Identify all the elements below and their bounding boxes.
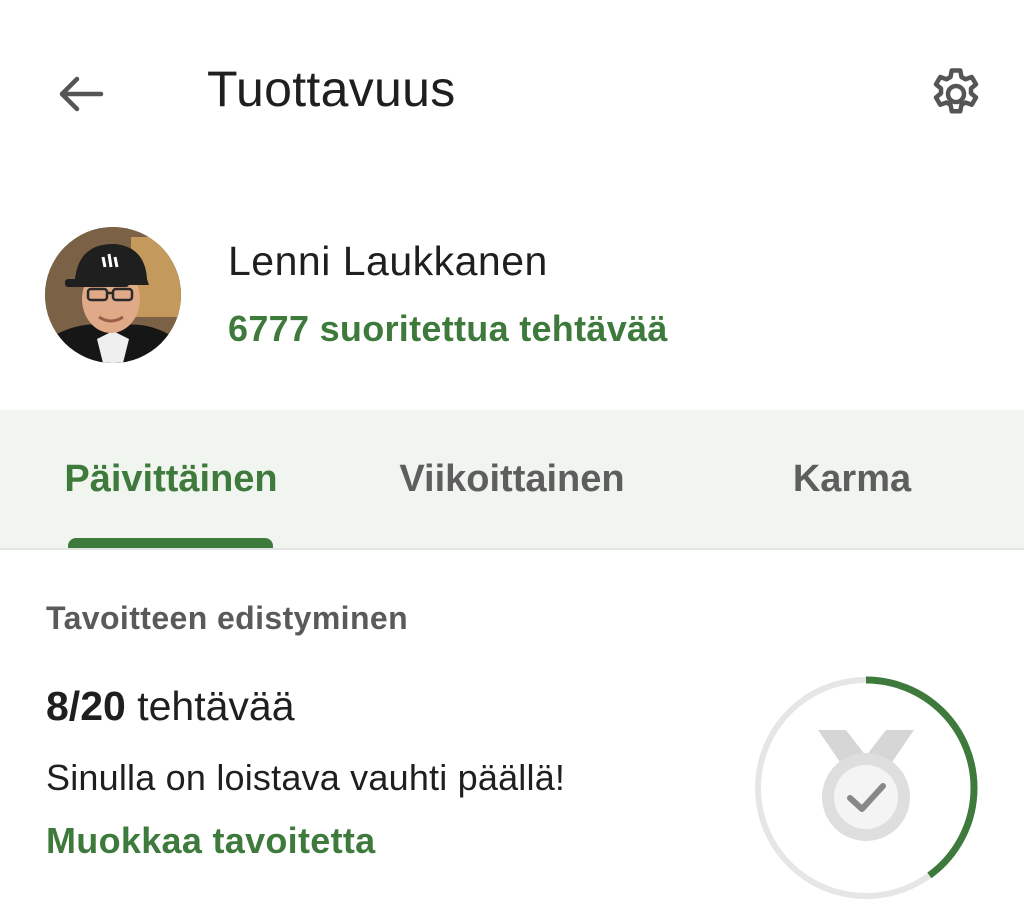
- page-title: Tuottavuus: [207, 61, 456, 117]
- settings-button[interactable]: [920, 58, 992, 130]
- avatar[interactable]: [45, 227, 181, 363]
- gear-icon: [933, 68, 979, 114]
- goal-done-value: 8/20: [46, 683, 126, 729]
- user-avatar-photo: [45, 227, 181, 363]
- profile-section: Lenni Laukkanen 6777 suoritettua tehtävä…: [0, 200, 1024, 405]
- tab-daily[interactable]: Päivittäinen: [30, 410, 312, 548]
- goal-progress-ring: [754, 676, 978, 900]
- user-name: Lenni Laukkanen: [228, 238, 548, 284]
- tab-bar: Päivittäinen Viikoittainen Karma: [0, 410, 1024, 550]
- top-app-bar: Tuottavuus: [0, 0, 1024, 190]
- edit-goal-link[interactable]: Muokkaa tavoitetta: [46, 820, 376, 862]
- active-tab-indicator: [68, 538, 273, 548]
- goal-unit: tehtävää: [125, 683, 295, 729]
- tab-karma[interactable]: Karma: [722, 410, 982, 548]
- goal-progress-heading: Tavoitteen edistyminen: [46, 600, 409, 636]
- goal-count: 8/20 tehtävää: [46, 683, 295, 730]
- tab-weekly[interactable]: Viikoittainen: [367, 410, 657, 548]
- medal-check-icon: [818, 730, 914, 841]
- completed-tasks-count: 6777 suoritettua tehtävää: [228, 308, 668, 349]
- encouragement-text: Sinulla on loistava vauhti päällä!: [46, 757, 566, 798]
- back-button[interactable]: [50, 66, 110, 122]
- arrow-left-icon: [59, 76, 104, 112]
